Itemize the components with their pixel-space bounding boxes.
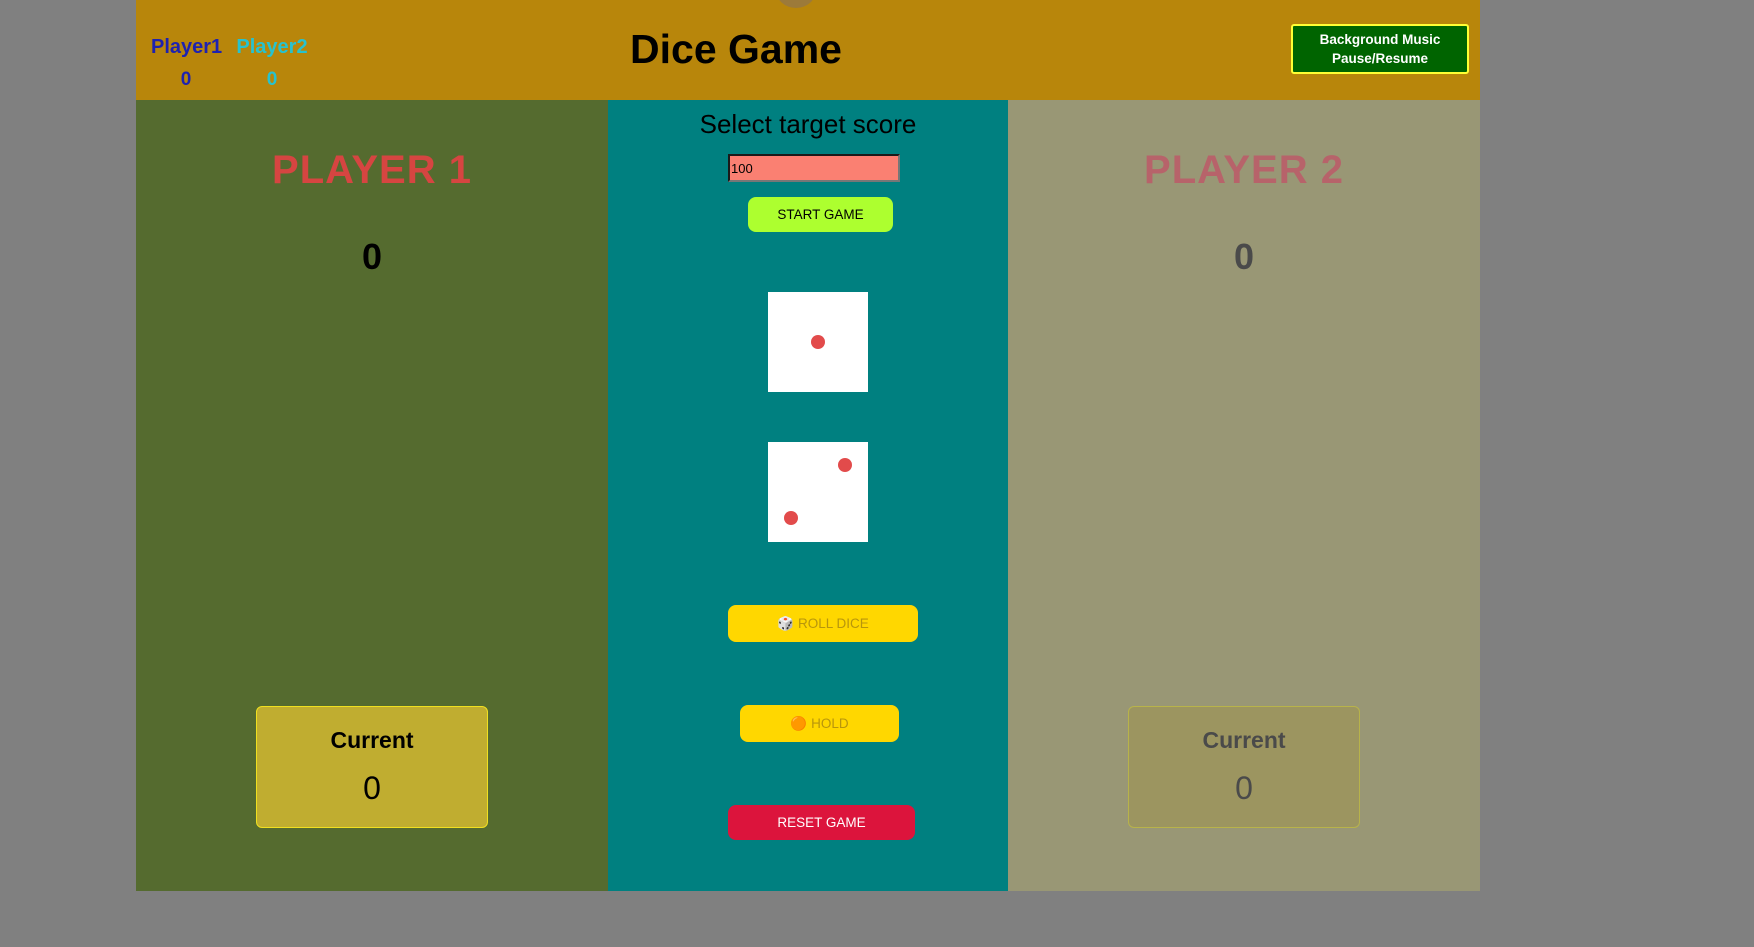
player1-name: PLAYER 1 [272,148,472,192]
player1-current-box: Current 0 [256,706,488,828]
roll-dice-button[interactable]: 🎲 ROLL DICE [728,605,918,642]
player1-current-label: Current [330,727,414,753]
hold-button[interactable]: 🟠 HOLD [740,705,899,742]
scoreboard-player1-name: Player1 [151,36,223,58]
player2-total-score: 0 [1233,236,1255,277]
player2-current-score: 0 [1235,770,1253,806]
player1-current-score: 0 [363,770,381,806]
dice-icon: 🎲 [777,615,795,631]
roll-dice-label: ROLL DICE [798,615,869,631]
header-bar: Player1 0 Player2 0 Dice Game Background… [136,0,1480,100]
die-pip [784,511,798,525]
target-score-input[interactable] [728,154,900,182]
player2-current-box: Current 0 [1128,706,1360,828]
scoreboard-player1-wins: 0 [180,69,192,90]
player2-name: PLAYER 2 [1144,148,1344,192]
scoreboard-player2-name: Player2 [236,36,308,58]
player2-panel: PLAYER 2 0 Current 0 [1008,100,1480,891]
header-decoration [776,0,816,8]
hold-label: HOLD [811,715,849,731]
scoreboard-player2-wins: 0 [266,69,278,90]
die-one-face-icon [768,292,868,392]
dice-game-app: Player1 0 Player2 0 Dice Game Background… [136,0,1480,891]
reset-game-button[interactable]: RESET GAME [728,805,915,840]
controls-panel: Select target score START GAME 🎲ROLL DIC… [608,100,1008,891]
page-title: Dice Game [630,26,842,72]
start-game-button[interactable]: START GAME [748,197,893,232]
die-pip [838,458,852,472]
die-pip [811,335,825,349]
player2-current-label: Current [1202,727,1286,753]
orange-circle-icon: 🟠 [790,715,808,731]
background-music-toggle-button[interactable]: Background Music Pause/Resume [1291,24,1469,74]
scoreboard-player2: Player2 0 [236,36,308,91]
die-two-face-icon [768,442,868,542]
scoreboard-player1: Player1 0 [151,36,223,91]
player1-total-score: 0 [361,236,383,277]
target-score-label: Select target score [699,109,917,139]
player1-panel: PLAYER 1 0 Current 0 [136,100,608,891]
